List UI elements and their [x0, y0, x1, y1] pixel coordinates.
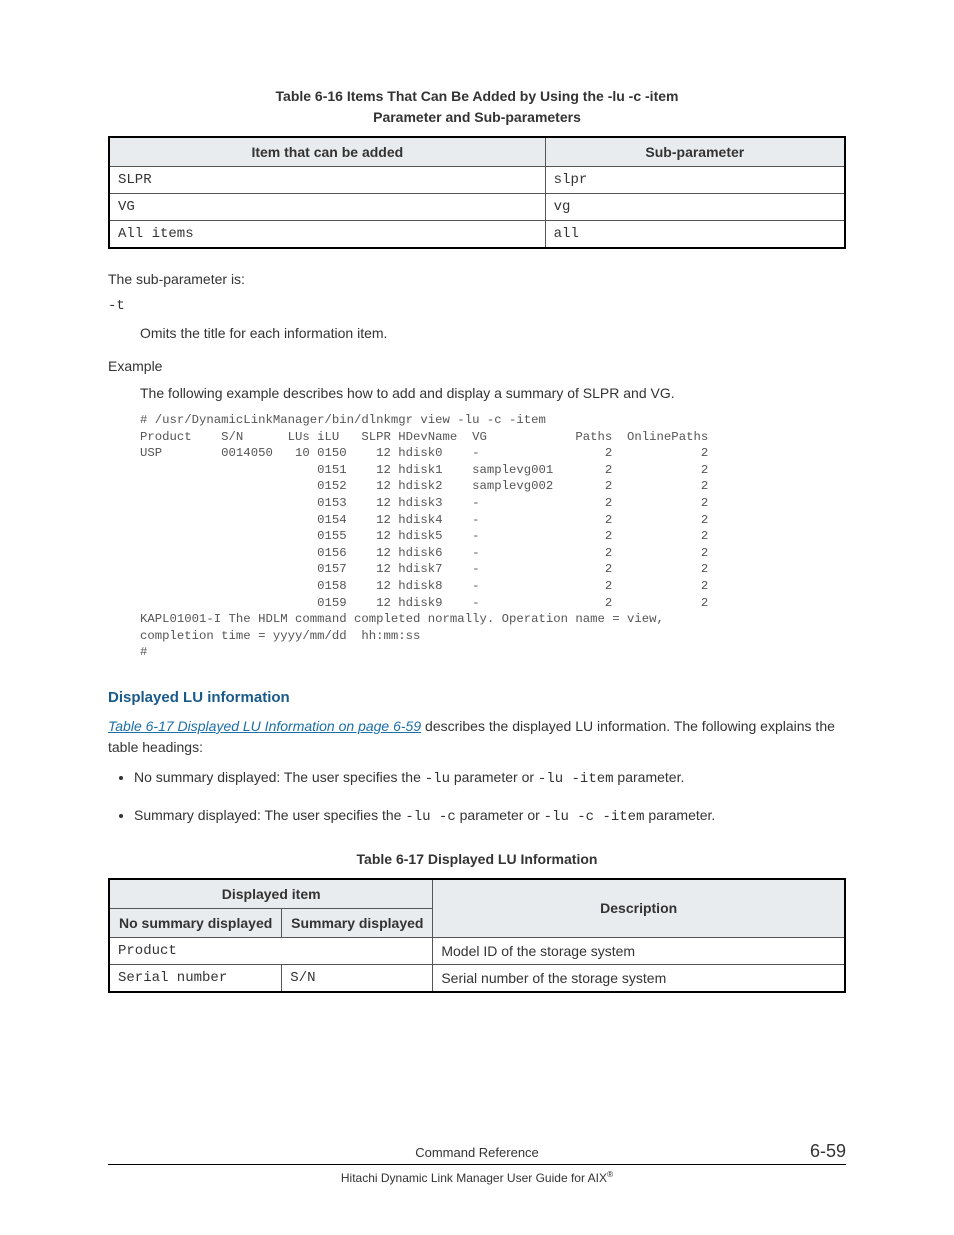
- t616-r0c2: slpr: [545, 167, 845, 194]
- t616-r2c1: All items: [109, 221, 545, 249]
- footer-guide-text: Hitachi Dynamic Link Manager User Guide …: [341, 1171, 607, 1185]
- example-label: Example: [108, 356, 846, 377]
- bullet-mid: parameter or: [450, 769, 538, 785]
- t617-header-description: Description: [433, 879, 845, 938]
- table-6-16-caption: Table 6-16 Items That Can Be Added by Us…: [108, 86, 846, 128]
- bullet-prefix: No summary displayed: The user specifies…: [134, 769, 425, 785]
- t616-r1c1: VG: [109, 194, 545, 221]
- bullet-code: -lu -c: [405, 809, 455, 825]
- t617-header-nosummary: No summary displayed: [109, 908, 282, 937]
- subparam-desc: Omits the title for each information ite…: [108, 323, 846, 344]
- table-row: SLPR slpr: [109, 167, 845, 194]
- t616-r1c2: vg: [545, 194, 845, 221]
- t617-r0c3: Model ID of the storage system: [433, 937, 845, 964]
- t616-header-item: Item that can be added: [109, 137, 545, 167]
- example-output: # /usr/DynamicLinkManager/bin/dlnkmgr vi…: [140, 412, 846, 661]
- table-row: Product Model ID of the storage system: [109, 937, 845, 964]
- page-footer: Command Reference Hitachi Dynamic Link M…: [108, 1145, 846, 1185]
- t617-r1c3: Serial number of the storage system: [433, 964, 845, 992]
- caption-line-2: Parameter and Sub-parameters: [373, 109, 581, 125]
- bullet-code: -lu -item: [538, 771, 614, 787]
- table-row: VG vg: [109, 194, 845, 221]
- t616-r0c1: SLPR: [109, 167, 545, 194]
- example-desc: The following example describes how to a…: [108, 383, 846, 404]
- subparam-intro: The sub-parameter is:: [108, 269, 846, 290]
- section-intro: Table 6-17 Displayed LU Information on p…: [108, 716, 846, 758]
- bullet-code: -lu -c -item: [544, 809, 645, 825]
- list-item: No summary displayed: The user specifies…: [134, 766, 846, 790]
- t617-r1c2: S/N: [282, 964, 433, 992]
- bullet-mid: parameter or: [456, 807, 544, 823]
- t616-header-subparam: Sub-parameter: [545, 137, 845, 167]
- footer-section: Command Reference: [415, 1145, 539, 1160]
- table-6-17: Displayed item Description No summary di…: [108, 878, 846, 993]
- document-page: Table 6-16 Items That Can Be Added by Us…: [0, 0, 954, 1235]
- t616-r2c2: all: [545, 221, 845, 249]
- cross-reference-link[interactable]: Table 6-17 Displayed LU Information on p…: [108, 718, 421, 734]
- section-heading: Displayed LU information: [108, 689, 846, 706]
- footer-guide: Hitachi Dynamic Link Manager User Guide …: [108, 1164, 846, 1185]
- list-item: Summary displayed: The user specifies th…: [134, 804, 846, 828]
- table-6-17-caption: Table 6-17 Displayed LU Information: [108, 849, 846, 870]
- t617-r0c1: Product: [109, 937, 433, 964]
- t617-header-summary: Summary displayed: [282, 908, 433, 937]
- caption-line-1: Table 6-16 Items That Can Be Added by Us…: [276, 88, 679, 104]
- table-row: All items all: [109, 221, 845, 249]
- table-6-16: Item that can be added Sub-parameter SLP…: [108, 136, 846, 249]
- table-row: Serial number S/N Serial number of the s…: [109, 964, 845, 992]
- bullet-suffix: parameter.: [645, 807, 716, 823]
- bullet-code: -lu: [425, 771, 450, 787]
- t617-r1c1: Serial number: [109, 964, 282, 992]
- bullet-suffix: parameter.: [614, 769, 685, 785]
- registered-icon: ®: [607, 1169, 613, 1179]
- bullet-prefix: Summary displayed: The user specifies th…: [134, 807, 405, 823]
- bullet-list: No summary displayed: The user specifies…: [108, 766, 846, 829]
- subparam-flag: -t: [108, 296, 846, 317]
- t617-header-group: Displayed item: [109, 879, 433, 909]
